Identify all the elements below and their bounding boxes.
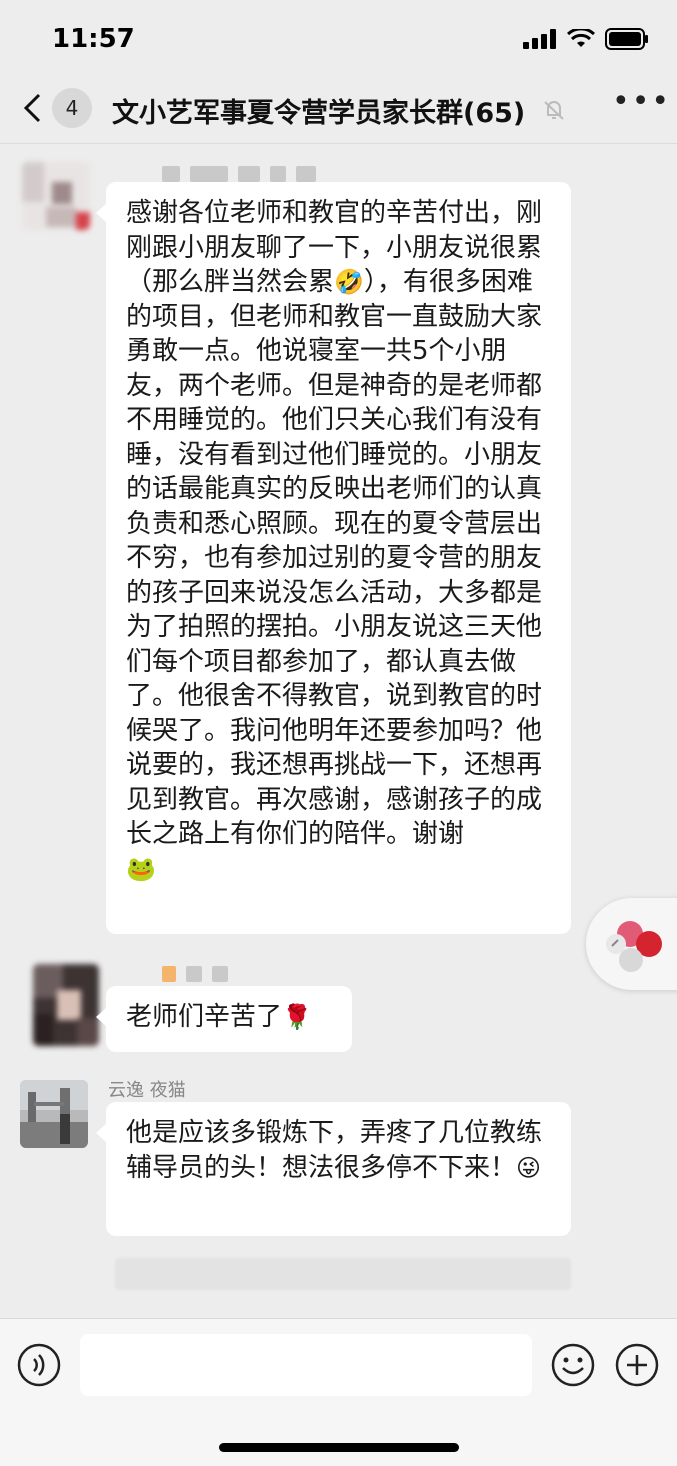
blurred-content [115, 1258, 571, 1290]
laughing-emoji-icon: 🤣 [334, 268, 364, 296]
status-time: 11:57 [52, 24, 135, 54]
message-bubble[interactable]: 感谢各位老师和教官的辛苦付出，刚刚跟小朋友聊了一下，小朋友说很累（那么胖当然会累… [96, 182, 571, 934]
voice-icon [17, 1343, 61, 1387]
chevron-left-icon [23, 93, 41, 123]
avatar[interactable] [20, 1080, 88, 1148]
message-bubble[interactable]: 他是应该多锻炼下，弄疼了几位教练辅导员的头！想法很多停不下来！😜 [96, 1102, 571, 1236]
floating-mini-window[interactable] [586, 898, 677, 990]
message-text: 他是应该多锻炼下，弄疼了几位教练辅导员的头！想法很多停不下来！ [126, 1118, 543, 1183]
signal-icon [523, 29, 556, 49]
voice-button[interactable] [16, 1342, 62, 1392]
sender-name-blurred [162, 966, 228, 982]
header-divider [0, 143, 677, 144]
avatar[interactable] [33, 964, 99, 1046]
wifi-icon [567, 29, 595, 47]
message-bubble[interactable]: 老师们辛苦了🌹 [96, 986, 352, 1052]
more-button[interactable]: ••• [612, 84, 671, 119]
sender-name: 云逸 夜猫 [108, 1080, 186, 1101]
message-input[interactable] [80, 1334, 532, 1396]
emoji-button[interactable] [550, 1342, 596, 1392]
message-text-continued: ），有很多困难的项目，但老师和教官一直鼓励大家勇敢一点。他说寝室一共5个小朋友，… [126, 267, 543, 849]
message-text: 老师们辛苦了 [126, 1002, 283, 1032]
avatar[interactable] [22, 162, 90, 230]
input-bar [0, 1318, 677, 1466]
bell-muted-icon [542, 98, 566, 126]
rose-emoji-icon: 🌹 [282, 1003, 312, 1031]
frog-emoji-icon: 🐸 [126, 854, 156, 883]
sender-name-blurred [162, 166, 316, 182]
status-bar: 11:57 [0, 0, 677, 80]
status-icons [523, 28, 649, 50]
chat-header: 4 文小艺军事夏令营学员家长群(65) ••• [0, 80, 677, 142]
winking-tongue-emoji-icon: 😜 [516, 1153, 542, 1182]
group-title: 文小艺军事夏令营学员家长群(65) [112, 98, 526, 129]
smiley-icon [551, 1343, 595, 1387]
battery-icon [605, 28, 648, 50]
back-button[interactable] [22, 92, 42, 132]
home-indicator [219, 1443, 459, 1452]
plus-button[interactable] [614, 1342, 660, 1392]
plus-icon [615, 1343, 659, 1387]
link-icon [606, 921, 662, 972]
unread-count-badge: 4 [52, 88, 92, 128]
